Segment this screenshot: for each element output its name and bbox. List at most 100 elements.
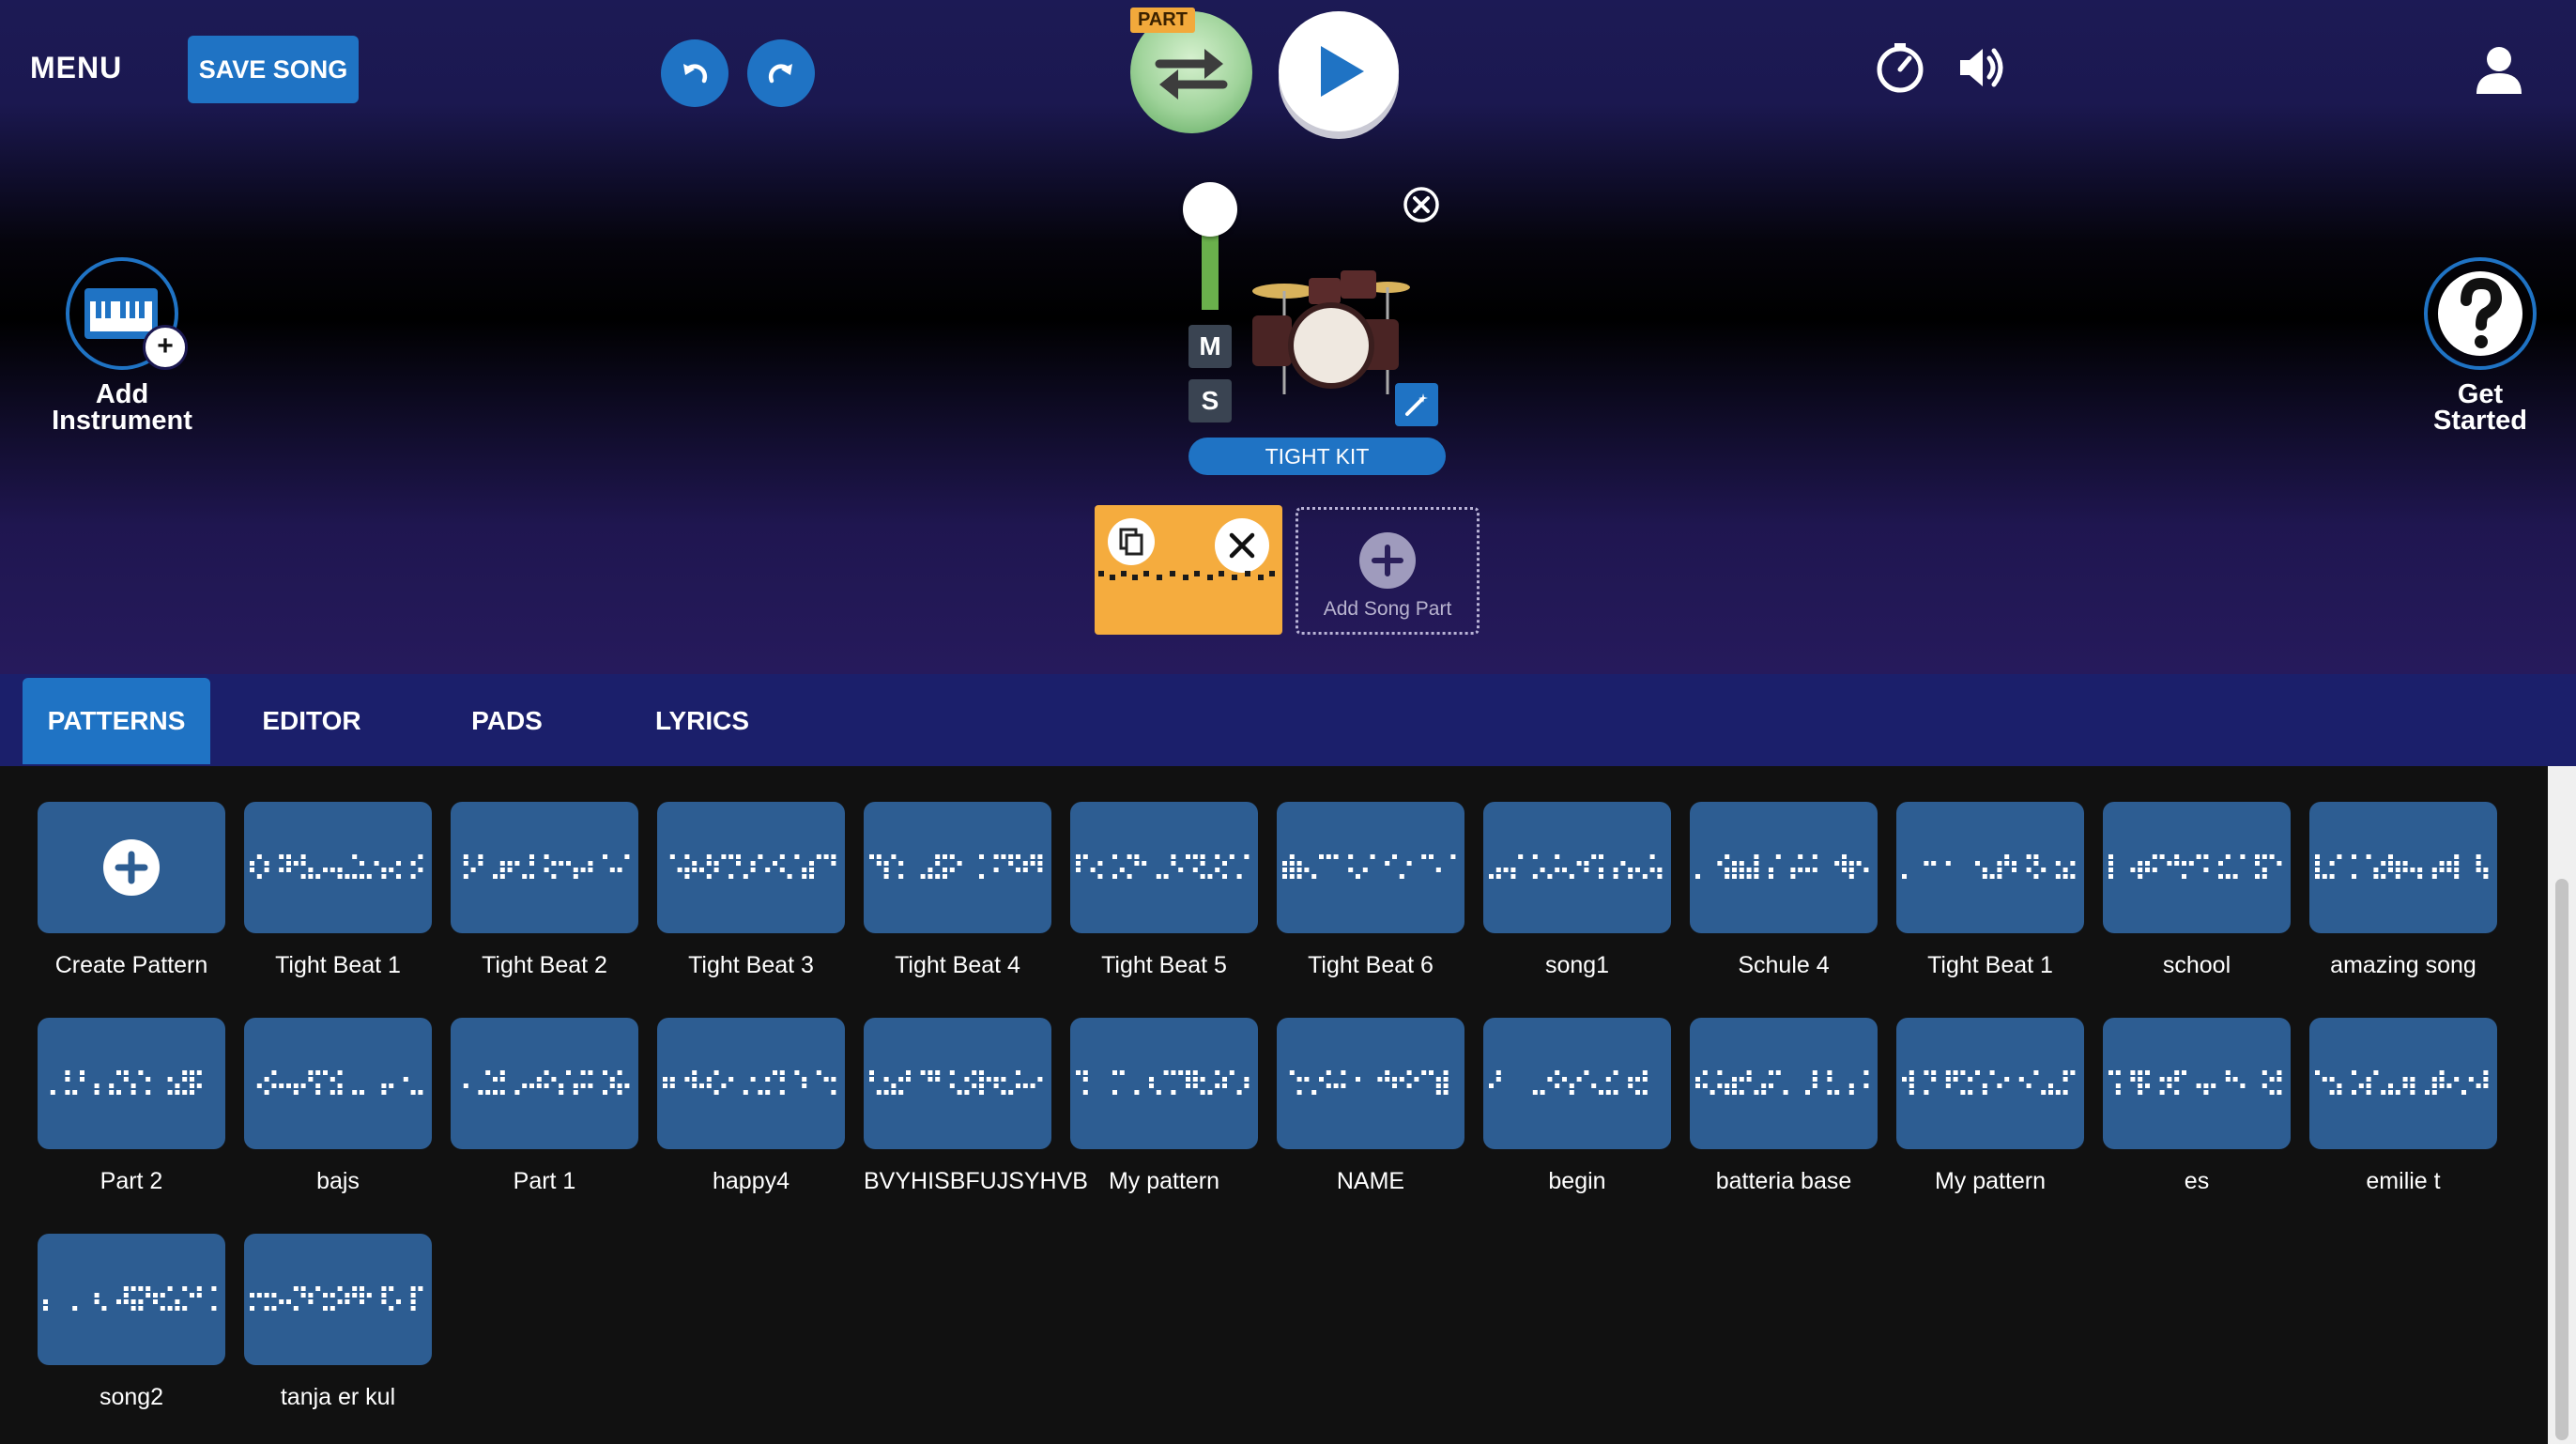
song-part-card[interactable] [1095,505,1282,635]
pattern-name: Tight Beat 1 [275,952,401,978]
magic-wand-icon [1405,393,1428,416]
pattern-dots [463,1070,630,1095]
pattern-name: begin [1548,1168,1606,1194]
volume-fader-knob[interactable] [1183,182,1237,237]
pattern-tile[interactable]: My pattern [1896,1018,2084,1195]
create-pattern-tile[interactable]: Create Pattern [38,802,225,979]
create-pattern-thumb [38,802,225,933]
instrument-name-button[interactable]: TIGHT KIT [1188,438,1446,475]
pattern-name: Schule 4 [1738,952,1830,978]
top-bar: MENU SAVE SONG PART [0,0,2576,141]
part-badge: PART [1130,8,1195,33]
add-song-part-button[interactable]: Add Song Part [1296,507,1480,635]
pattern-tile[interactable]: song2 [38,1234,225,1411]
auto-pattern-button[interactable] [1395,383,1438,426]
pattern-name: Tight Beat 4 [895,952,1020,978]
pattern-dots [1695,854,1869,879]
mute-button[interactable]: M [1188,325,1232,368]
pattern-dots [869,1070,1043,1095]
pattern-tile[interactable]: Tight Beat 1 [1896,802,2084,979]
user-account-button[interactable] [2473,43,2525,96]
pattern-preview [38,1234,225,1365]
pattern-tile[interactable]: Tight Beat 4 [864,802,1051,979]
pattern-dots [1289,1070,1449,1095]
pattern-preview [2103,802,2291,933]
pattern-dots [463,854,630,879]
undo-icon [683,64,708,84]
pattern-tile[interactable]: Schule 4 [1690,802,1878,979]
plus-icon [115,851,148,884]
pattern-tile[interactable]: amazing song [2309,802,2497,979]
pattern-preview [1690,802,1878,933]
pattern-dots [669,854,836,879]
pattern-tile[interactable]: school [2103,802,2291,979]
pattern-tile[interactable]: es [2103,1018,2291,1195]
pattern-preview [1277,1018,1464,1149]
pattern-tile[interactable]: Tight Beat 1 [244,802,432,979]
pattern-preview [657,802,845,933]
patterns-grid: Create Pattern Tight Beat 1 Tight Beat 2… [0,766,2548,1444]
pattern-tile[interactable]: My pattern [1070,1018,1258,1195]
pattern-tile[interactable]: song1 [1483,802,1671,979]
pattern-tile[interactable]: bajs [244,1018,432,1195]
save-song-button[interactable]: SAVE SONG [188,36,359,103]
pattern-preview [244,802,432,933]
pattern-tile[interactable]: Tight Beat 3 [657,802,845,979]
pattern-preview [1896,1018,2084,1149]
pattern-tile[interactable]: emilie t [2309,1018,2497,1195]
pattern-name: emilie t [2366,1168,2441,1194]
undo-button[interactable] [661,39,728,107]
pattern-tile[interactable]: Part 2 [38,1018,225,1195]
copy-icon [1119,528,1143,556]
tab-pads[interactable]: PADS [413,678,601,764]
pattern-name: song1 [1544,952,1610,978]
pattern-dots [250,1286,423,1311]
metronome-icon [1877,43,1924,93]
pattern-tile[interactable]: Part 1 [451,1018,638,1195]
question-icon [2438,271,2522,356]
pattern-name: BVYHISBFUJSYHVB [864,1168,1088,1194]
scrollbar-thumb[interactable] [2555,879,2568,1440]
pattern-preview [864,1018,1051,1149]
metronome-button[interactable] [1874,41,1926,94]
remove-instrument-button[interactable] [1403,186,1440,223]
pattern-tile[interactable]: tanja er kul [244,1234,432,1411]
play-button[interactable] [1279,11,1399,131]
pattern-preview [1483,802,1671,933]
plus-circle-icon [1359,532,1416,589]
pattern-tile[interactable]: Tight Beat 6 [1277,802,1464,979]
add-instrument-button[interactable]: + Add Instrument [41,257,203,435]
pattern-name: bajs [316,1168,360,1194]
user-icon [2476,47,2522,94]
patterns-scrollbar[interactable] [2548,766,2576,1444]
pattern-name: My pattern [1934,1168,2047,1194]
tab-lyrics[interactable]: LYRICS [608,678,796,764]
pattern-dots [2315,854,2489,879]
redo-button[interactable] [747,39,815,107]
solo-button[interactable]: S [1188,379,1232,422]
close-circle-icon [1403,187,1439,223]
pattern-dots [2108,854,2282,879]
pattern-tile[interactable]: BVYHISBFUJSYHVB [864,1018,1088,1195]
pattern-tile[interactable]: begin [1483,1018,1671,1195]
pattern-name: Tight Beat 3 [688,952,814,978]
pattern-tile[interactable]: NAME [1277,1018,1464,1195]
volume-button[interactable] [1955,41,2007,94]
pattern-tile[interactable]: Tight Beat 2 [451,802,638,979]
redo-icon [768,64,792,84]
pattern-dots [1902,1070,2076,1095]
pattern-tile[interactable]: Tight Beat 5 [1070,802,1258,979]
tab-editor[interactable]: EDITOR [218,678,406,764]
tab-patterns[interactable]: PATTERNS [23,678,210,764]
pattern-preview [657,1018,845,1149]
pattern-name: amazing song [2330,952,2476,978]
menu-button[interactable]: MENU [30,51,122,85]
pattern-name: song2 [99,1384,164,1410]
duplicate-part-button[interactable] [1108,518,1155,565]
get-started-button[interactable]: Get Started [2400,257,2561,435]
pattern-tile[interactable]: happy4 [657,1018,845,1195]
get-started-label-1: Get [2457,379,2504,409]
pattern-dots [1076,854,1250,879]
pattern-dots [50,1070,202,1095]
pattern-tile[interactable]: batteria base [1690,1018,1878,1195]
